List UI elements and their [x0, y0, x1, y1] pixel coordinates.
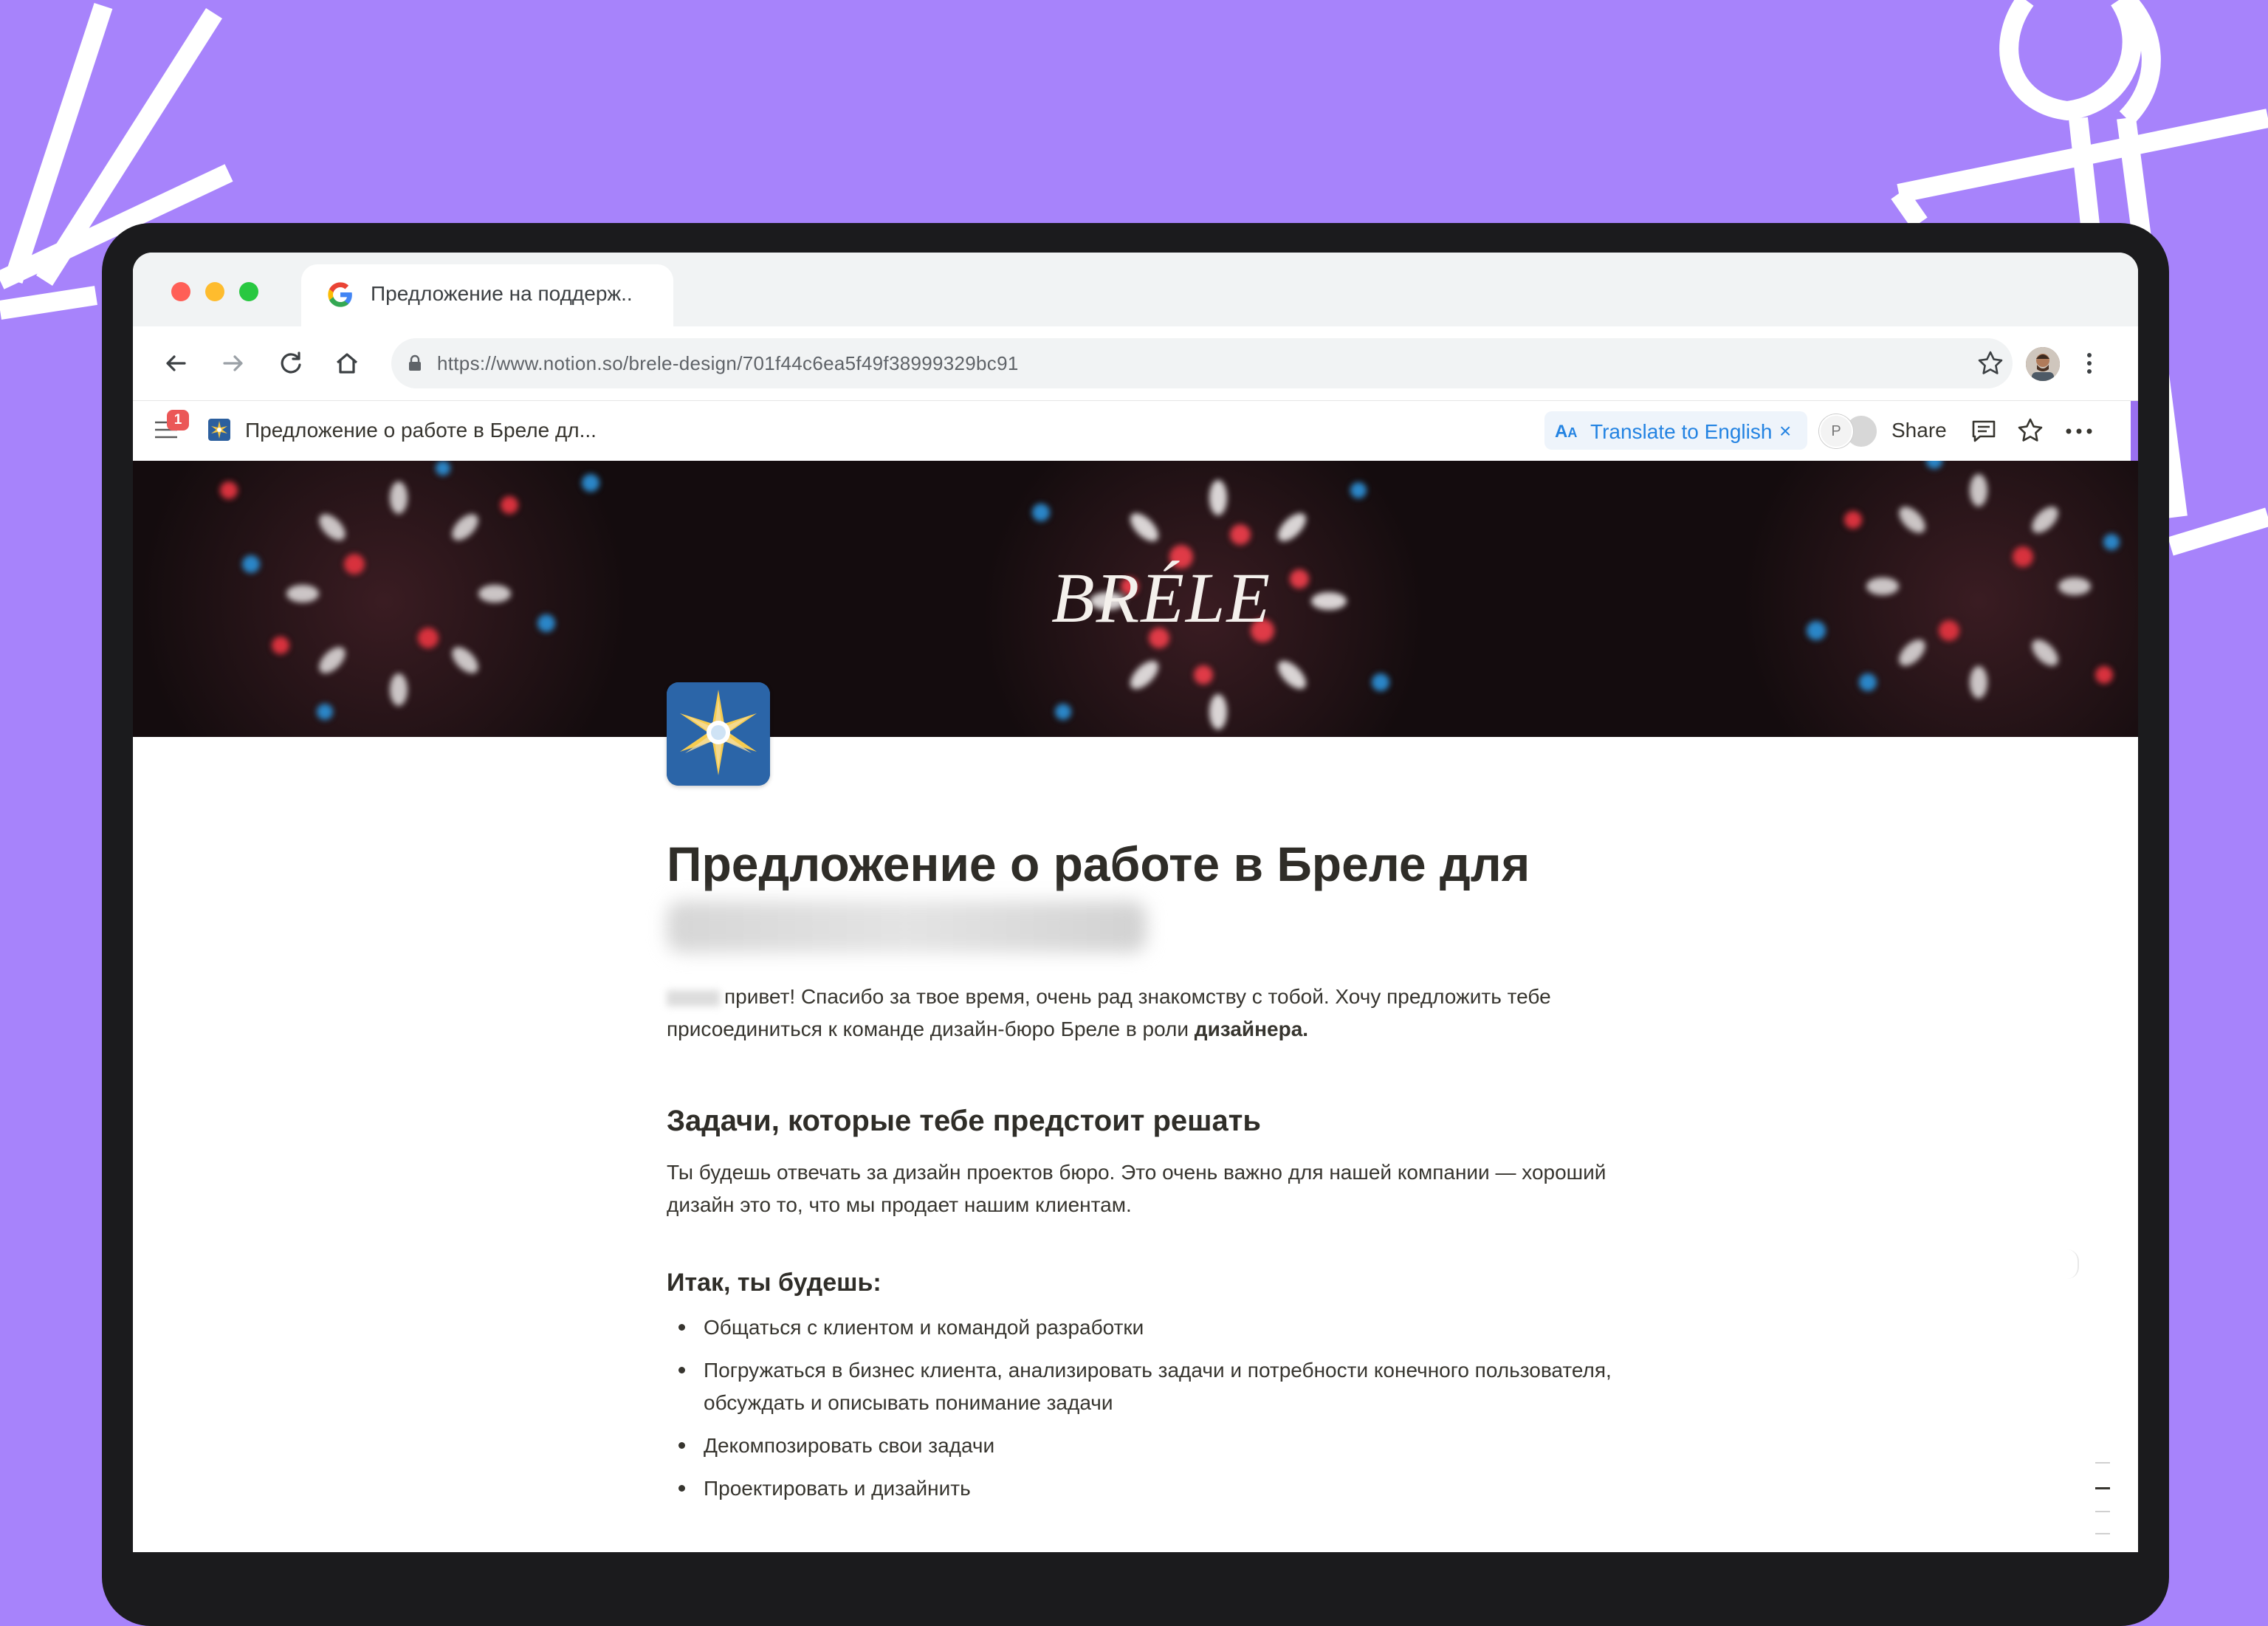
back-arrow-icon[interactable]	[161, 349, 190, 378]
intro-paragraph[interactable]: привет! Спасибо за твое время, очень рад…	[667, 981, 1612, 1046]
favorite-star-icon[interactable]	[2016, 416, 2045, 445]
translate-icon: AA	[1555, 422, 1578, 442]
scroll-edge	[2131, 401, 2138, 462]
section-heading[interactable]: Задачи, которые тебе предстоит решать	[667, 1105, 1261, 1138]
comment-icon[interactable]	[1970, 417, 1998, 445]
tab-strip: Предложение на поддерж..	[133, 253, 2138, 326]
share-button[interactable]: Share	[1891, 419, 1947, 442]
profile-avatar[interactable]	[2026, 347, 2060, 381]
redacted-first-name	[667, 989, 720, 1006]
profile-face-icon	[2026, 347, 2060, 381]
reload-icon[interactable]	[276, 349, 306, 378]
forward-arrow-icon[interactable]	[219, 349, 248, 378]
list-item[interactable]: Общаться с клиентом и командой разработк…	[667, 1311, 1626, 1344]
page-mini-icon[interactable]	[208, 419, 230, 441]
close-icon[interactable]: ×	[1779, 419, 1791, 443]
browser-tab[interactable]: Предложение на поддерж..	[301, 264, 673, 326]
presence-avatar: P	[1819, 414, 1853, 448]
bookmark-star-icon[interactable]	[1976, 349, 2005, 378]
translate-button[interactable]: AA Translate to English ×	[1544, 411, 1807, 450]
list-item[interactable]: Декомпозировать свои задачи	[667, 1430, 1626, 1462]
intro-bold-role: дизайнера.	[1194, 1018, 1309, 1040]
list-item[interactable]: Проектировать и дизайнить	[667, 1472, 1626, 1505]
comment-margin-marker	[2067, 1249, 2079, 1279]
brand-logo: BRÉLE	[1051, 558, 1271, 637]
sparkle-icon	[667, 682, 770, 786]
table-of-contents-icon[interactable]	[2091, 1459, 2113, 1540]
translate-icon-glyph: A	[1567, 425, 1578, 440]
url-text[interactable]: https://www.notion.so/brele-design/701f4…	[437, 352, 1019, 375]
page-cover[interactable]: BRÉLE	[133, 461, 2138, 737]
translate-label: Translate to English	[1590, 420, 1773, 443]
breadcrumb-page-title[interactable]: Предложение о работе в Бреле дл...	[245, 419, 597, 442]
list-item[interactable]: Погружаться в бизнес клиента, анализиров…	[667, 1354, 1626, 1419]
more-options-icon[interactable]	[2064, 428, 2094, 435]
page-title[interactable]: Предложение о работе в Бреле для	[667, 836, 1530, 892]
maximize-window-button[interactable]	[239, 282, 258, 301]
minimize-window-button[interactable]	[205, 282, 224, 301]
browser-toolbar: https://www.notion.so/brele-design/701f4…	[133, 326, 2138, 400]
notification-badge: 1	[167, 410, 189, 430]
sparkle-icon	[211, 421, 227, 439]
browser-window: Предложение на поддерж.. https://www.not…	[133, 253, 2138, 1552]
subheading[interactable]: Итак, ты будешь:	[667, 1269, 882, 1297]
close-window-button[interactable]	[171, 282, 190, 301]
home-icon[interactable]	[332, 349, 362, 378]
browser-menu-icon[interactable]	[2082, 349, 2097, 378]
task-list: Общаться с клиентом и командой разработк…	[667, 1311, 1626, 1515]
intro-text: привет! Спасибо за твое время, очень рад…	[667, 985, 1551, 1040]
address-bar[interactable]: https://www.notion.so/brele-design/701f4…	[391, 338, 2013, 388]
page-icon[interactable]	[667, 682, 770, 786]
lock-icon[interactable]	[408, 354, 422, 372]
presence-avatars[interactable]: P	[1819, 414, 1878, 448]
section-paragraph[interactable]: Ты будешь отвечать за дизайн проектов бю…	[667, 1156, 1612, 1221]
tab-title: Предложение на поддерж..	[371, 282, 633, 305]
notion-topbar: 1 Предложение о работе в Бреле дл... AA …	[133, 400, 2138, 462]
google-g-icon	[328, 282, 352, 307]
redacted-name	[667, 901, 1147, 953]
